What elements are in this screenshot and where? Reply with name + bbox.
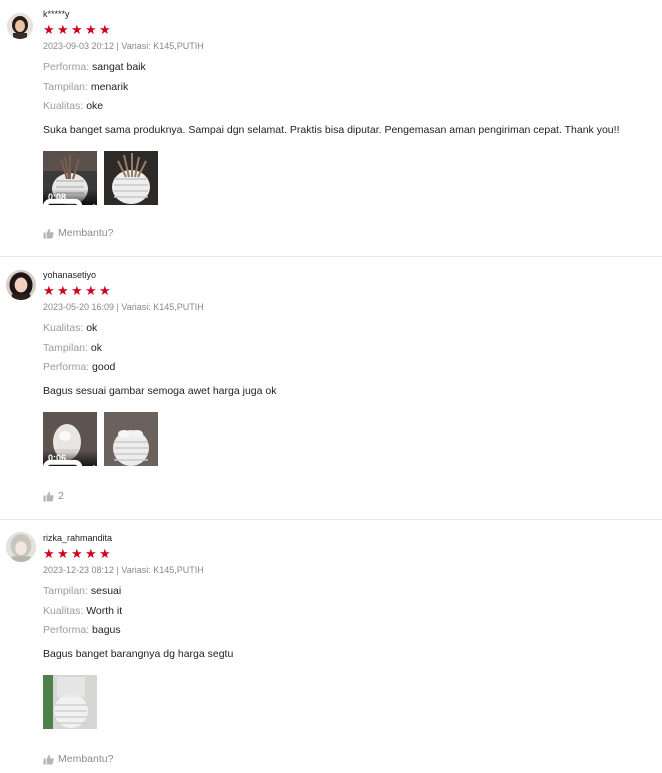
video-duration-overlay: 0:06 — [43, 450, 97, 466]
thumbs-up-icon — [43, 754, 54, 765]
review-attributes: Performa: sangat baik Tampilan: menarik … — [43, 61, 662, 113]
attribute-key: Performa: — [43, 624, 90, 636]
star-icon: ★ — [99, 546, 111, 561]
attribute-key: Kualitas: — [43, 604, 84, 617]
attribute-row: Tampilan: ok — [43, 342, 662, 355]
star-icon: ★ — [85, 546, 97, 561]
review-attributes: Kualitas: ok Tampilan: ok Performa: good — [43, 322, 662, 374]
video-thumbnail[interactable]: 0:08 — [43, 151, 97, 205]
helpful-button[interactable]: Membantu? — [43, 753, 113, 765]
username[interactable]: k*****y — [43, 8, 662, 20]
star-icon: ★ — [57, 22, 69, 37]
attribute-key: Kualitas: — [43, 100, 84, 112]
attribute-key: Kualitas: — [43, 322, 84, 334]
attribute-row: Performa: bagus — [43, 624, 662, 637]
attribute-row: Performa: good — [43, 361, 662, 374]
review-attributes: Tampilan: sesuai Kualitas: Worth it Perf… — [43, 585, 662, 637]
helpful-label: Membantu? — [58, 227, 114, 239]
star-icon: ★ — [57, 546, 69, 561]
username[interactable]: rizka_rahmandita — [43, 532, 662, 544]
image-thumbnail[interactable] — [104, 412, 158, 466]
star-icon: ★ — [43, 22, 55, 37]
attribute-value: oke — [86, 100, 104, 112]
attribute-row: Kualitas: oke — [43, 100, 662, 113]
review-meta: 2023-12-23 08:12 | Variasi: K145,PUTIH — [43, 565, 204, 575]
image-thumbnail[interactable] — [43, 675, 97, 729]
video-duration-overlay: 0:08 — [43, 189, 97, 205]
review-item: yohanasetiyo ★ ★ ★ ★ ★ 2023-05-20 16:09 … — [0, 257, 662, 520]
video-camera-icon — [43, 459, 95, 466]
helpful-count: 2 — [58, 490, 64, 502]
star-icon: ★ — [99, 283, 111, 298]
review-media: 0:08 — [43, 151, 662, 205]
attribute-value: bagus — [92, 624, 121, 636]
attribute-key: Tampilan: — [43, 341, 88, 354]
helpful-button[interactable]: 2 — [43, 490, 64, 502]
attribute-key: Tampilan: — [43, 80, 88, 93]
video-thumbnail[interactable]: 0:06 — [43, 412, 97, 466]
review-item: rizka_rahmandita ★ ★ ★ ★ ★ 2023-12-23 08… — [0, 520, 662, 773]
review-meta: 2023-09-03 20:12 | Variasi: K145,PUTIH — [43, 41, 204, 51]
attribute-key: Tampilan: — [43, 585, 88, 597]
attribute-row: Kualitas: Worth it — [43, 605, 662, 618]
star-icon: ★ — [99, 22, 111, 37]
star-icon: ★ — [71, 546, 83, 561]
attribute-row: Tampilan: menarik — [43, 81, 662, 94]
rating-stars: ★ ★ ★ ★ ★ — [43, 284, 662, 297]
image-thumbnail[interactable] — [104, 151, 158, 205]
star-icon: ★ — [43, 546, 55, 561]
video-camera-icon — [43, 198, 95, 205]
review-media: 0:06 — [43, 412, 662, 466]
star-icon: ★ — [43, 283, 55, 298]
thumbs-up-icon — [43, 228, 54, 239]
helpful-button[interactable]: Membantu? — [43, 227, 113, 239]
attribute-value: menarik — [90, 80, 129, 93]
attribute-row: Performa: sangat baik — [43, 61, 662, 74]
attribute-value: sangat baik — [92, 61, 146, 73]
attribute-value: ok — [86, 322, 98, 334]
review-text: Suka banget sama produknya. Sampai dgn s… — [43, 124, 620, 136]
attribute-key: Performa: — [43, 61, 90, 73]
attribute-value: sesuai — [90, 585, 122, 597]
avatar[interactable] — [6, 270, 36, 300]
review-media — [43, 675, 662, 729]
star-icon: ★ — [85, 283, 97, 298]
avatar[interactable] — [6, 532, 36, 562]
attribute-value: Worth it — [86, 604, 123, 617]
review-text: Bagus banget barangnya dg harga segtu — [43, 648, 234, 660]
attribute-value: ok — [90, 341, 102, 354]
star-icon: ★ — [71, 22, 83, 37]
helpful-label: Membantu? — [58, 753, 114, 765]
rating-stars: ★ ★ ★ ★ ★ — [43, 547, 662, 560]
attribute-row: Kualitas: ok — [43, 322, 662, 335]
star-icon: ★ — [57, 283, 69, 298]
rating-stars: ★ ★ ★ ★ ★ — [43, 23, 662, 36]
attribute-row: Tampilan: sesuai — [43, 585, 662, 598]
attribute-value: good — [92, 361, 116, 373]
star-icon: ★ — [71, 283, 83, 298]
review-item: k*****y ★ ★ ★ ★ ★ 2023-09-03 20:12 | Var… — [0, 0, 662, 257]
thumbs-up-icon — [43, 491, 54, 502]
star-icon: ★ — [85, 22, 97, 37]
review-text: Bagus sesuai gambar semoga awet harga ju… — [43, 385, 277, 397]
review-meta: 2023-05-20 16:09 | Variasi: K145,PUTIH — [43, 302, 204, 312]
avatar[interactable] — [7, 13, 33, 39]
username[interactable]: yohanasetiyo — [43, 269, 662, 281]
attribute-key: Performa: — [43, 361, 90, 373]
